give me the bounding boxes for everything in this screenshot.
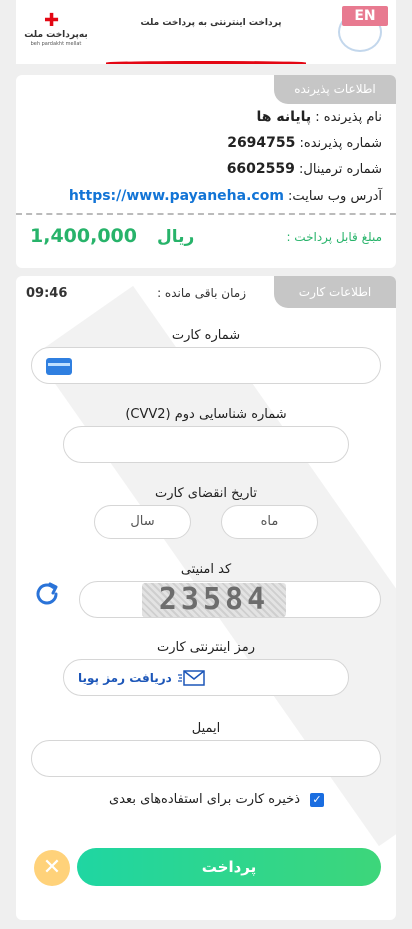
cancel-button[interactable]: ✕ [34, 850, 70, 886]
expiry-month-field[interactable]: ماه [221, 505, 318, 539]
email-field [31, 740, 381, 777]
password-field: دریافت رمز پویا [63, 659, 349, 696]
amount-value: 1,400,000 [30, 225, 137, 247]
expiry-year-field[interactable]: سال [94, 505, 191, 539]
header-accent-line [106, 61, 306, 64]
amount-display: 1,400,000 ریال [30, 225, 194, 247]
dynamic-password-button[interactable]: دریافت رمز پویا [72, 667, 212, 689]
email-label: ایمیل [191, 721, 221, 736]
captcha-field: 23584 [79, 581, 381, 618]
cvv2-field [63, 426, 349, 463]
language-toggle-button[interactable]: EN [342, 6, 388, 26]
merchant-name-label: نام پذیرنده : [311, 110, 382, 125]
website-link[interactable]: https://www.payaneha.com [69, 188, 284, 204]
captcha-text: 23584 [158, 583, 270, 617]
refresh-captcha-icon[interactable] [32, 579, 62, 609]
amount-label: مبلغ قابل پرداخت : [286, 230, 382, 244]
divider [16, 213, 396, 215]
mellat-logo: ✚ به‌پرداخت ملت beh pardakht mellat [22, 8, 88, 48]
page-title: پرداخت اینترنتی به پرداخت ملت [140, 18, 282, 28]
password-label: رمز اینترنتی کارت [157, 640, 255, 655]
website-label: آدرس وب سایت: [283, 189, 382, 204]
terminal-number-value: 6602559 [226, 161, 295, 177]
merchant-number-row: شماره پذیرنده: 2694755 [227, 135, 382, 151]
merchant-info-card: اطلاعات پذیرنده نام پذیرنده : پایانه ها … [16, 75, 396, 268]
email-input[interactable] [32, 741, 380, 776]
save-card-checkbox[interactable]: ✓ [310, 792, 324, 807]
captcha-image: 23584 [142, 583, 286, 617]
merchant-name-row: نام پذیرنده : پایانه ها [256, 109, 382, 125]
pay-button[interactable]: پرداخت [77, 848, 381, 886]
card-number-label: شماره کارت [171, 328, 241, 343]
cvv2-label: شماره شناسایی دوم (CVV2) [125, 407, 287, 422]
card-info-form: اطلاعات کارت زمان باقی مانده : 09:46 شما… [16, 276, 396, 920]
save-card-row[interactable]: ✓ ذخیره کارت برای استفاده‌های بعدی [109, 792, 324, 807]
logo-text: به‌پرداخت ملت [24, 30, 88, 40]
credit-card-icon[interactable] [46, 358, 72, 375]
dynamic-password-label: دریافت رمز پویا [78, 671, 172, 685]
close-icon: ✕ [42, 855, 62, 880]
envelope-icon [177, 670, 205, 686]
merchant-name-value: پایانه ها [256, 109, 312, 125]
merchant-section-title: اطلاعات پذیرنده [274, 75, 396, 104]
header-banner: ✚ به‌پرداخت ملت beh pardakht mellat پردا… [16, 0, 396, 64]
merchant-number-label: شماره پذیرنده: [295, 136, 382, 151]
timer-label: زمان باقی مانده : [157, 286, 246, 300]
countdown-timer: 09:46 [26, 286, 68, 301]
card-number-input[interactable] [32, 348, 380, 383]
card-number-field [31, 347, 381, 384]
terminal-number-label: شماره ترمینال: [294, 162, 382, 177]
merchant-number-value: 2694755 [227, 135, 296, 151]
expiry-label: تاریخ انقضای کارت [154, 486, 257, 501]
save-card-label: ذخیره کارت برای استفاده‌های بعدی [109, 792, 300, 807]
logo-subtext: beh pardakht mellat [30, 41, 82, 47]
logo-mark-icon: ✚ [44, 10, 60, 31]
terminal-number-row: شماره ترمینال: 6602559 [227, 161, 382, 177]
amount-unit: ریال [156, 227, 195, 247]
captcha-label: کد امنیتی [180, 562, 232, 577]
card-section-title: اطلاعات کارت [274, 276, 396, 308]
website-row: آدرس وب سایت: https://www.payaneha.com [69, 188, 382, 204]
cvv2-input[interactable] [64, 427, 348, 462]
